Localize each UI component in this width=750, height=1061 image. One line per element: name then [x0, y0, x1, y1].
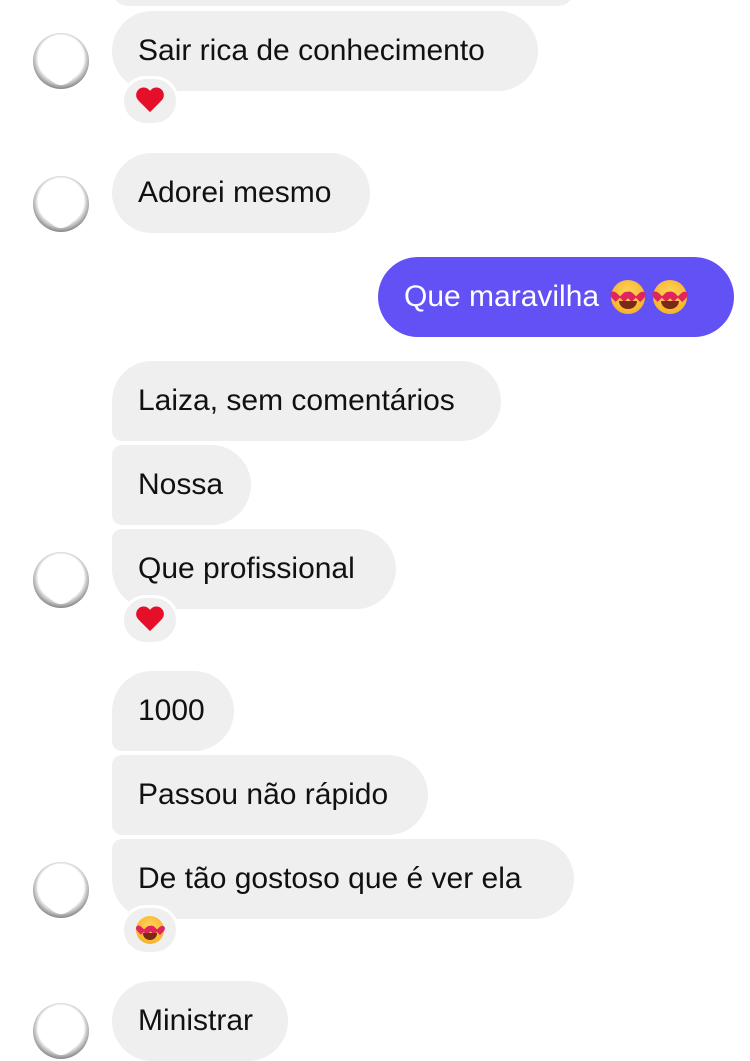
sender-avatar[interactable] [33, 33, 89, 89]
message-emojis [611, 280, 688, 314]
previous-message-bubble-edge [112, 0, 574, 6]
sender-avatar[interactable] [33, 552, 89, 608]
message-reaction[interactable] [121, 595, 179, 645]
sender-avatar[interactable] [33, 1003, 89, 1059]
received-message-bubble[interactable]: 1000 [112, 671, 234, 751]
message-reaction[interactable] [121, 76, 179, 126]
sender-avatar[interactable] [33, 862, 89, 918]
message-text: 1000 [138, 694, 205, 727]
message-text: Que maravilha [404, 280, 600, 313]
received-message-bubble[interactable]: Laiza, sem comentários [112, 361, 501, 441]
received-message-bubble[interactable]: Passou não rápido [112, 755, 428, 835]
message-text: Laiza, sem comentários [138, 384, 455, 417]
sent-message-bubble[interactable]: Que maravilha [378, 257, 734, 337]
heart-icon [136, 88, 164, 114]
received-message-bubble[interactable]: De tão gostoso que é ver ela [112, 839, 574, 919]
heart-eyes-emoji [653, 280, 688, 314]
message-text: Que profissional [138, 552, 355, 585]
message-text: Ministrar [138, 1004, 254, 1037]
heart-eyes-emoji [611, 280, 646, 314]
message-reaction[interactable] [121, 905, 179, 955]
received-message-bubble[interactable]: Adorei mesmo [112, 153, 370, 233]
message-text: De tão gostoso que é ver ela [138, 862, 522, 895]
sender-avatar[interactable] [33, 176, 89, 232]
heart-eyes-emoji [136, 916, 164, 944]
received-message-bubble[interactable]: Nossa [112, 445, 251, 525]
message-text: Sair rica de conhecimento [138, 34, 485, 67]
message-text: Adorei mesmo [138, 176, 332, 209]
message-text: Nossa [138, 468, 224, 501]
message-thread: Sair rica de conhecimento Adorei mesmo Q… [0, 0, 750, 1061]
message-text: Passou não rápido [138, 778, 389, 811]
received-message-bubble[interactable]: Ministrar [112, 981, 288, 1061]
received-message-bubble[interactable]: Sair rica de conhecimento [112, 11, 538, 91]
heart-icon [136, 607, 164, 633]
